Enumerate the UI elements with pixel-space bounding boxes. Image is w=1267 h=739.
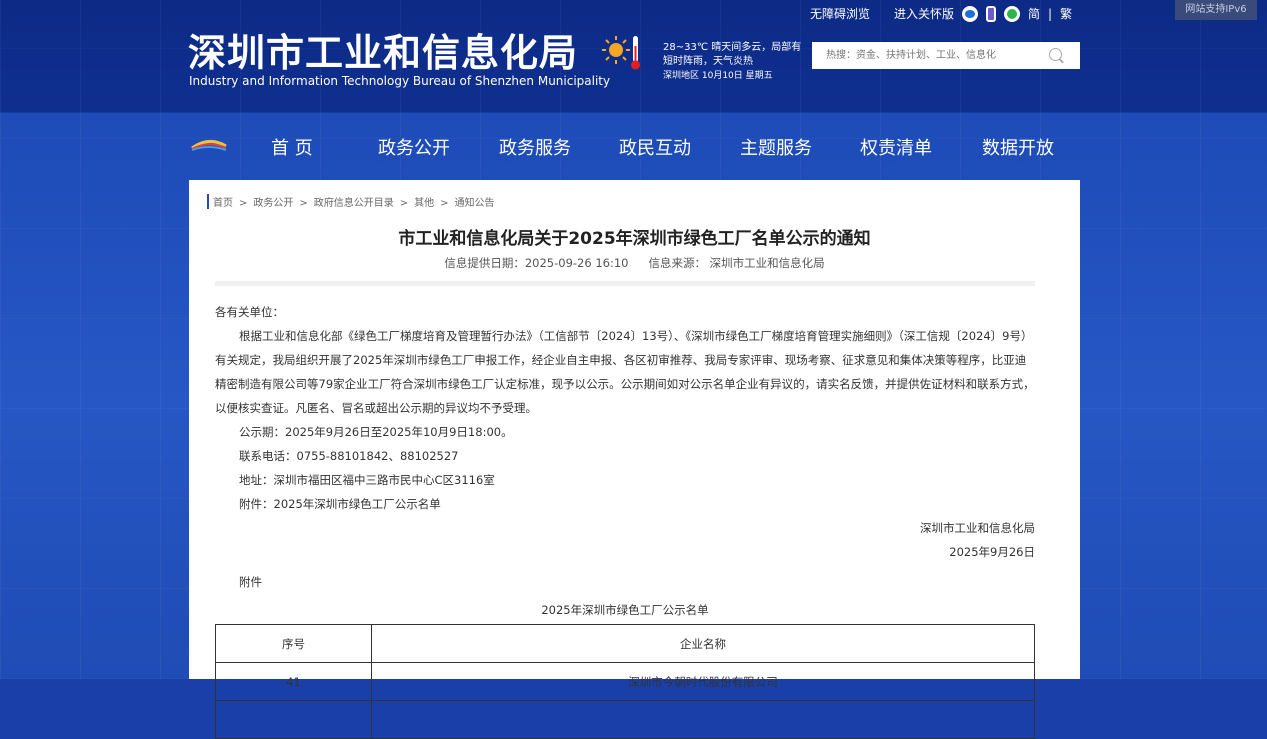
weather-line-1: 28~33℃ 晴天间多云，局部有 <box>663 42 802 53</box>
article-date: 信息提供日期：2025-09-26 16:10 <box>444 256 629 270</box>
accessible-browse-link[interactable]: 无障碍浏览 <box>810 5 870 22</box>
lang-separator: | <box>1048 6 1053 21</box>
weather-sun-icon <box>602 36 640 70</box>
simplified-chinese-link[interactable]: 简 <box>1028 5 1040 22</box>
attachment-label: 附件 <box>239 575 262 589</box>
table-header-row: 序号 企业名称 <box>215 624 1035 663</box>
wechat-icon[interactable] <box>1004 5 1021 22</box>
nav-open-data[interactable]: 数据开放 <box>982 134 1054 160</box>
title-divider <box>215 281 1035 286</box>
signature-date: 2025年9月26日 <box>949 545 1035 559</box>
attachment-link[interactable]: 附件：2025年深圳市绿色工厂公示名单 <box>215 492 1035 516</box>
site-title[interactable]: 深圳市工业和信息化局 <box>188 22 578 77</box>
weibo-icon[interactable] <box>962 5 979 22</box>
col-company-header: 企业名称 <box>371 624 1035 663</box>
nav-gov-affairs-open[interactable]: 政务公开 <box>378 134 450 160</box>
elderly-mode-link[interactable]: 进入关怀版 <box>894 5 954 22</box>
greeting: 各有关单位： <box>215 305 284 319</box>
table-row-partial <box>215 700 1035 739</box>
nav-home[interactable]: 首 页 <box>271 134 313 160</box>
article-source: 信息来源： 深圳市工业和信息化局 <box>648 256 825 270</box>
contact-phone: 联系电话：0755-88101842、88102527 <box>239 449 459 463</box>
article-meta: 信息提供日期：2025-09-26 16:10 信息来源： 深圳市工业和信息化局 <box>189 255 1080 271</box>
breadcrumb-home[interactable]: 首页 <box>213 198 233 209</box>
row-index: 41 <box>215 662 372 701</box>
article-body: 各有关单位： 根据工业和信息化部《绿色工厂梯度培育及管理暂行办法》（工信部节〔2… <box>215 300 1035 739</box>
search-input[interactable] <box>824 49 1048 62</box>
search-box <box>812 42 1080 69</box>
weather-info: 28~33℃ 晴天间多云，局部有 短时阵雨，天气炎热 深圳地区 10月10日 星… <box>663 41 813 83</box>
search-icon[interactable] <box>1049 48 1062 61</box>
breadcrumb: 首页 > 政务公开 > 政府信息公开目录 > 其他 > 通知公告 <box>207 194 495 209</box>
nav-theme-service[interactable]: 主题服务 <box>740 134 812 160</box>
article-panel: 首页 > 政务公开 > 政府信息公开目录 > 其他 > 通知公告 市工业和信息化局关于2025年… <box>189 180 1080 739</box>
main-nav: 首 页 政务公开 政务服务 政民互动 主题服务 权责清单 数据开放 <box>0 128 1267 164</box>
signature-org: 深圳市工业和信息化局 <box>920 521 1035 535</box>
factory-table: 序号 企业名称 41 深圳市今朝时代股份有限公司 <box>215 624 1035 739</box>
shenzhen-logo-icon[interactable] <box>190 136 228 152</box>
breadcrumb-gov-open[interactable]: 政务公开 <box>253 198 293 209</box>
table-title: 2025年深圳市绿色工厂公示名单 <box>541 603 709 617</box>
col-index-header: 序号 <box>215 624 372 663</box>
row-company: 深圳市今朝时代股份有限公司 <box>371 662 1035 701</box>
main-paragraph: 根据工业和信息化部《绿色工厂梯度培育及管理暂行办法》（工信部节〔2024〕13号… <box>215 329 1035 415</box>
nav-interaction[interactable]: 政民互动 <box>619 134 691 160</box>
nav-power-list[interactable]: 权责清单 <box>860 134 932 160</box>
traditional-chinese-link[interactable]: 繁 <box>1060 5 1072 22</box>
weather-line-2: 短时阵雨，天气炎热 <box>663 56 753 67</box>
site-title-en: Industry and Information Technology Bure… <box>189 74 611 88</box>
breadcrumb-other[interactable]: 其他 <box>414 198 434 209</box>
weather-date: 深圳地区 10月10日 星期五 <box>663 71 773 81</box>
ipv6-badge: 网站支持IPv6 <box>1175 0 1257 20</box>
breadcrumb-catalog[interactable]: 政府信息公开目录 <box>314 198 394 209</box>
top-links: 无障碍浏览 进入关怀版 简 | 繁 <box>810 5 1072 22</box>
address: 地址：深圳市福田区福中三路市民中心C区3116室 <box>239 473 495 487</box>
breadcrumb-notice[interactable]: 通知公告 <box>455 198 495 209</box>
article-title: 市工业和信息化局关于2025年深圳市绿色工厂名单公示的通知 <box>398 229 871 249</box>
publicity-period: 公示期：2025年9月26日至2025年10月9日18:00。 <box>239 425 513 439</box>
mobile-icon[interactable] <box>986 5 997 22</box>
table-row: 41 深圳市今朝时代股份有限公司 <box>215 662 1035 701</box>
nav-gov-service[interactable]: 政务服务 <box>499 134 571 160</box>
